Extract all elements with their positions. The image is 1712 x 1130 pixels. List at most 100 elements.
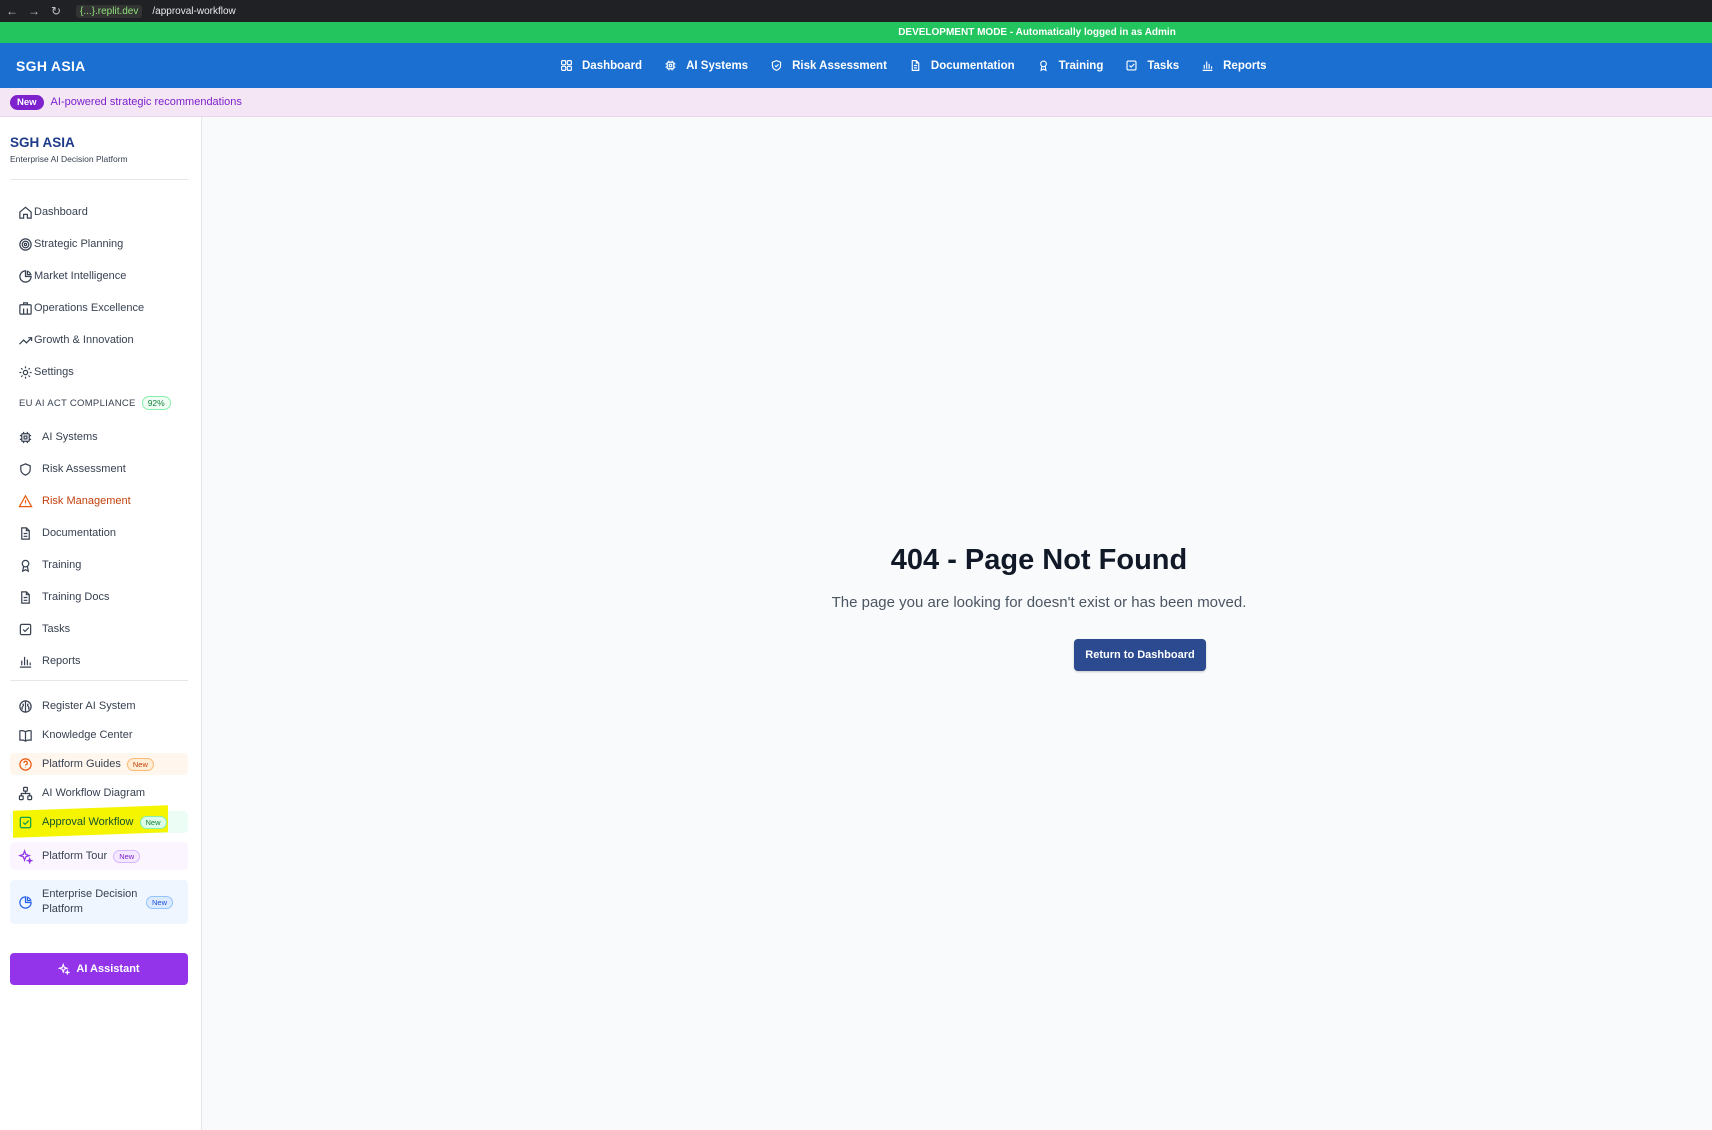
sidebar-item-label: Operations Excellence [34,302,145,314]
url-path: /approval-workflow [152,5,236,17]
reload-icon[interactable]: ↻ [50,4,62,18]
cpu-icon [665,60,676,71]
warning-icon [18,494,33,507]
sidebar-item-approval-workflow[interactable]: Approval Workflow New [18,811,167,833]
cpu-icon [19,431,32,443]
browser-toolbar: ← → ↻ {...}.replit.dev /approval-workflo… [0,0,1712,22]
topnav-tasks-label: Tasks [1147,59,1180,72]
sidebar-item-risk-management[interactable]: Risk Management [18,490,131,512]
sidebar-item-strategic-planning[interactable]: Strategic Planning [18,233,123,255]
topnav-dashboard[interactable]: Dashboard [560,59,642,72]
pie-chart-icon [19,269,32,283]
ai-assistant-button[interactable]: AI Assistant [10,953,188,985]
sidebar-item-documentation[interactable]: Documentation [18,522,116,544]
sidebar-item-dashboard[interactable]: Dashboard [18,201,88,223]
return-to-dashboard-button[interactable]: Return to Dashboard [1074,639,1206,671]
sidebar-item-growth-innovation[interactable]: Growth & Innovation [18,329,134,351]
shield-icon [771,60,782,71]
dev-mode-banner: DEVELOPMENT MODE - Automatically logged … [0,22,1712,43]
sidebar-item-enterprise-decision-platform[interactable]: Enterprise Decision Platform New [18,879,186,925]
sidebar-item-label: Dashboard [34,206,88,218]
topnav-risk-assessment-label: Risk Assessment [792,59,887,72]
award-icon [1039,60,1047,72]
new-badge: New [113,849,141,863]
page-title: 404 - Page Not Found [890,544,1188,576]
top-brand[interactable]: SGH ASIA [16,58,86,74]
book-icon [19,729,32,742]
sidebar-title: SGH ASIA [10,135,75,150]
bar-chart-icon [19,656,32,668]
sidebar-item-platform-guides[interactable]: Platform Guides New [18,753,154,775]
help-circle-icon [19,757,32,771]
topnav-risk-assessment[interactable]: Risk Assessment [770,59,887,72]
sidebar-item-knowledge-center[interactable]: Knowledge Center [18,724,133,746]
sidebar-item-reports[interactable]: Reports [18,650,81,672]
sidebar-item-operations-excellence[interactable]: Operations Excellence [18,297,144,319]
sidebar-item-label: Training Docs [42,591,110,603]
top-navigation: SGH ASIA Dashboard AI Systems Risk Asses… [0,43,1712,88]
new-badge: New [146,895,174,909]
sidebar-item-label: Enterprise Decision Platform [42,887,142,917]
sidebar-item-label: Market Intelligence [34,270,127,282]
sidebar-item-ai-workflow-diagram[interactable]: AI Workflow Diagram [18,782,145,804]
sidebar-item-label: Approval Workflow [42,816,134,828]
sidebar-item-market-intelligence[interactable]: Market Intelligence [18,265,126,287]
brain-icon [19,699,32,713]
file-icon [911,60,920,71]
sidebar-item-tasks[interactable]: Tasks [18,618,70,640]
sidebar-item-label: Settings [34,366,74,378]
address-bar[interactable]: {...}.replit.dev /approval-workflow [76,4,236,18]
sidebar-item-label: AI Systems [42,431,98,443]
sidebar-item-ai-systems[interactable]: AI Systems [18,426,98,448]
sidebar-brand: SGH ASIA Enterprise AI Decision Platform [10,135,128,164]
topnav-documentation[interactable]: Documentation [909,59,1015,72]
sidebar-item-label: AI Workflow Diagram [42,787,146,799]
sparkles-icon [58,963,71,975]
checkbox-icon [1126,60,1137,71]
shield-icon [20,462,31,476]
sidebar-item-label: Platform Tour [42,850,108,862]
target-icon [19,237,32,251]
url-host: {...}.replit.dev [76,4,143,18]
compliance-percent-badge: 92% [141,396,171,410]
sidebar-item-label: Growth & Innovation [34,334,134,346]
topnav-tasks[interactable]: Tasks [1125,59,1179,72]
sidebar-item-platform-tour[interactable]: Platform Tour New [18,845,141,867]
trending-up-icon [18,336,33,345]
back-icon[interactable]: ← [6,4,18,18]
sidebar-item-training[interactable]: Training [18,554,81,576]
compliance-label: EU AI ACT COMPLIANCE [19,397,136,409]
dev-mode-text: DEVELOPMENT MODE - Automatically logged … [898,27,1176,38]
sidebar-item-register-ai-system[interactable]: Register AI System [18,695,136,717]
sidebar-item-label: Strategic Planning [34,238,124,250]
sidebar-item-label: Documentation [42,527,116,539]
workflow-icon [18,786,33,800]
topnav-ai-systems[interactable]: AI Systems [664,59,748,72]
bar-chart-icon [1202,61,1213,71]
file-icon [21,526,30,540]
topnav-training[interactable]: Training [1037,59,1104,72]
sidebar-item-label: Knowledge Center [42,729,133,741]
checkbox-icon [19,623,32,635]
topnav-dashboard-label: Dashboard [582,59,643,72]
sidebar-item-risk-assessment[interactable]: Risk Assessment [18,458,126,480]
compliance-section-header: EU AI ACT COMPLIANCE 92% [19,396,171,410]
topnav-reports[interactable]: Reports [1201,59,1267,72]
sidebar-item-label: Platform Guides [42,758,121,770]
sidebar-item-label: Tasks [42,623,71,635]
sidebar-divider [10,179,188,180]
sidebar-item-settings[interactable]: Settings [18,361,74,383]
ai-assistant-label: AI Assistant [76,963,140,975]
sidebar-divider [10,680,188,681]
forward-icon[interactable]: → [28,4,40,18]
topnav-training-label: Training [1058,59,1104,72]
sparkles-icon [18,848,33,864]
sidebar-item-label: Risk Assessment [42,463,126,475]
sidebar-subtitle: Enterprise AI Decision Platform [10,154,128,164]
sidebar-item-training-docs[interactable]: Training Docs [18,586,109,608]
sidebar: SGH ASIA Enterprise AI Decision Platform… [0,117,202,1130]
file-icon [21,590,30,604]
award-icon [21,559,30,572]
sidebar-item-label: Risk Management [42,495,131,507]
announcement-text[interactable]: AI-powered strategic recommendations [51,96,242,108]
